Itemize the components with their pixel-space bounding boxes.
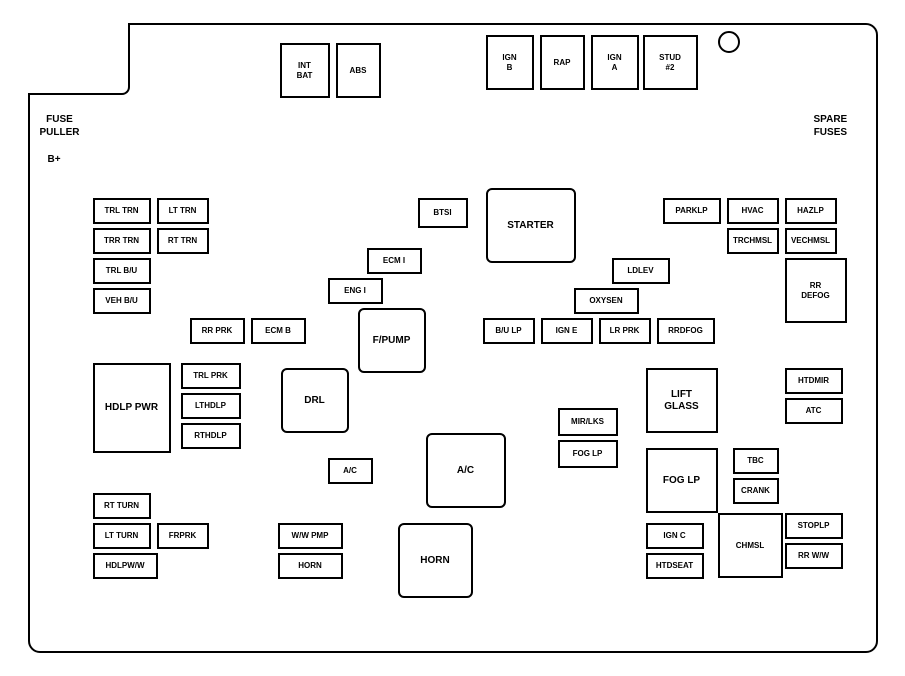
fuse-fpump: F/PUMP [358, 308, 426, 373]
fuse-lift_glass: LIFTGLASS [646, 368, 718, 433]
fuse-horn_large: HORN [398, 523, 473, 598]
fuse-lt_turn: LT TURN [93, 523, 151, 549]
fuse-crank: CRANK [733, 478, 779, 504]
fuse-ign_c: IGN C [646, 523, 704, 549]
fuse-lt_trn: LT TRN [157, 198, 209, 224]
fuse-chmsl: CHMSL [718, 513, 783, 578]
fuse-bu_lp: B/U LP [483, 318, 535, 344]
fuse-rr_prk: RR PRK [190, 318, 245, 344]
fuse-ign_b: IGNB [486, 35, 534, 90]
fuse-int_bat: INTBAT [280, 43, 330, 98]
stud2-circle [718, 31, 740, 53]
fuse-stud2: STUD#2 [643, 35, 698, 90]
fuse-fog_lp_small: FOG LP [558, 440, 618, 468]
fuse-veh_bu: VEH B/U [93, 288, 151, 314]
fuse-trl_trn: TRL TRN [93, 198, 151, 224]
fuse-htdseat: HTDSEAT [646, 553, 704, 579]
fuse-frprk: FRPRK [157, 523, 209, 549]
fuse-rt_turn: RT TURN [93, 493, 151, 519]
fuse-rap: RAP [540, 35, 585, 90]
fuse-rrdfog: RRDFOG [657, 318, 715, 344]
fuse-ecm_b: ECM B [251, 318, 306, 344]
fuse-ecm_i: ECM I [367, 248, 422, 274]
fuse-drl: DRL [281, 368, 349, 433]
fuse-rr_defog: RRDEFOG [785, 258, 847, 323]
fuse-ldlev: LDLEV [612, 258, 670, 284]
fuse-horn_fuse: HORN [278, 553, 343, 579]
fuse-eng_i: ENG I [328, 278, 383, 304]
fuse-trchmsl: TRCHMSL [727, 228, 779, 254]
fuse-diagram: FUSEPULLER B+ SPAREFUSES INTBATABS IGNBRA… [18, 13, 888, 663]
bplus-label: B+ [48, 153, 61, 166]
fuse-ign_a: IGNA [591, 35, 639, 90]
fuse-starter: STARTER [486, 188, 576, 263]
fuse-hazlp: HAZLP [785, 198, 837, 224]
fuse-stoplp: STOPLP [785, 513, 843, 539]
fuse-abs: ABS [336, 43, 381, 98]
fuse-fog_lp_large: FOG LP [646, 448, 718, 513]
fuse-ac_small: A/C [328, 458, 373, 484]
fuse-trr_trn: TRR TRN [93, 228, 151, 254]
fuse-oxysen: OXYSEN [574, 288, 639, 314]
fuse-atc: ATC [785, 398, 843, 424]
fuse-rt_trn: RT TRN [157, 228, 209, 254]
fuse-lr_prk: LR PRK [599, 318, 651, 344]
fuse-btsi: BTSI [418, 198, 468, 228]
fuse-trl_bu: TRL B/U [93, 258, 151, 284]
spare-fuses-label: SPAREFUSES [814, 113, 848, 139]
fuse-trl_prk: TRL PRK [181, 363, 241, 389]
fuse-rr_ww: RR W/W [785, 543, 843, 569]
fuse-mir_lks: MIR/LKS [558, 408, 618, 436]
fuse-tbc: TBC [733, 448, 779, 474]
fuse-rthdlp: RTHDLP [181, 423, 241, 449]
fuse-ww_pmp: W/W PMP [278, 523, 343, 549]
fuse-lthdlp: LTHDLP [181, 393, 241, 419]
fuse-ac_large: A/C [426, 433, 506, 508]
fuse-ign_e: IGN E [541, 318, 593, 344]
fuse-hvac: HVAC [727, 198, 779, 224]
fuse-puller-label: FUSEPULLER [40, 113, 80, 139]
fuse-parklp: PARKLP [663, 198, 721, 224]
fuse-vechmsl: VECHMSL [785, 228, 837, 254]
fuse-htdmir: HTDMIR [785, 368, 843, 394]
fuse-hdlp_pwr: HDLP PWR [93, 363, 171, 453]
fuse-hdlpww: HDLPW/W [93, 553, 158, 579]
